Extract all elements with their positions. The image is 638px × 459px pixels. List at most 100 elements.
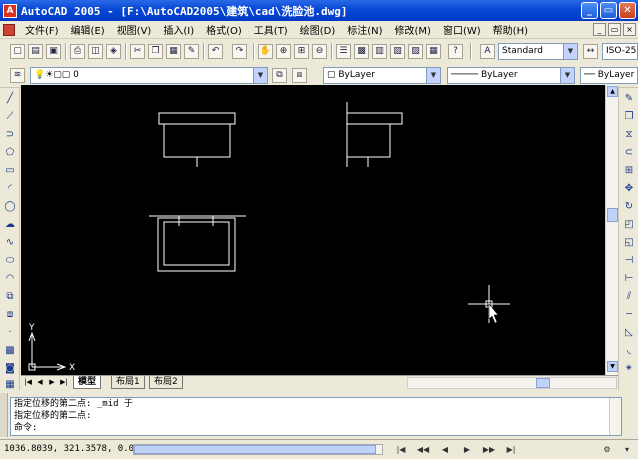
menu-format[interactable]: 格式(O) (200, 22, 248, 37)
menu-view[interactable]: 视图(V) (111, 22, 158, 37)
close-button[interactable]: ✕ (619, 2, 636, 19)
horizontal-scroll-thumb[interactable] (536, 378, 550, 388)
layer-select[interactable]: 💡☀▢▢ 0 ▼ (30, 67, 268, 84)
chevron-down-icon[interactable]: ▼ (253, 68, 267, 83)
prev-tab-icon[interactable]: ◀ (35, 377, 45, 388)
doc-minimize-button[interactable]: _ (593, 23, 606, 36)
doc-restore-button[interactable]: ▭ (608, 23, 621, 36)
command-prompt[interactable]: 命令: (14, 422, 621, 434)
zoom-previous-icon[interactable]: ⊖ (312, 44, 327, 59)
markup-icon[interactable]: ▨ (408, 44, 423, 59)
first-tab-icon[interactable]: |◀ (23, 377, 33, 388)
menu-insert[interactable]: 插入(I) (157, 22, 200, 37)
mirror-icon[interactable]: ⧖ (622, 128, 636, 142)
array-icon[interactable]: ⊞ (622, 164, 636, 178)
menu-draw[interactable]: 绘图(D) (294, 22, 342, 37)
command-window[interactable]: 指定位移的第二点: _mid 于 指定位移的第二点: 命令: (10, 397, 622, 436)
command-scrollbar[interactable] (609, 398, 621, 435)
tool-palettes-icon[interactable]: ▥ (372, 44, 387, 59)
status-menu-chevron-icon[interactable]: ▾ (618, 443, 636, 456)
design-center-icon[interactable]: ▩ (354, 44, 369, 59)
chevron-down-icon[interactable]: ▼ (560, 68, 574, 83)
move-icon[interactable]: ✥ (622, 182, 636, 196)
rewind-start-icon[interactable]: |◀ (392, 443, 410, 456)
erase-icon[interactable]: ✎ (622, 92, 636, 106)
lineweight-select[interactable]: ── ByLayer (580, 67, 638, 84)
vertical-scroll-thumb[interactable] (607, 208, 618, 222)
step-back-icon[interactable]: ◀ (436, 443, 454, 456)
text-style-select[interactable]: Standard ▼ (498, 43, 578, 60)
fillet-icon[interactable]: ◟ (622, 344, 636, 358)
menu-help[interactable]: 帮助(H) (487, 22, 534, 37)
menu-edit[interactable]: 编辑(E) (65, 22, 111, 37)
minimize-button[interactable]: _ (581, 2, 598, 19)
table-icon[interactable]: ▦ (3, 378, 17, 392)
new-file-icon[interactable]: ▢ (10, 44, 25, 59)
match-properties-icon[interactable]: ✎ (184, 44, 199, 59)
calculator-icon[interactable]: ▦ (426, 44, 441, 59)
status-scroll-thumb[interactable] (134, 445, 376, 454)
tab-model[interactable]: 模型 (73, 376, 102, 389)
doc-close-button[interactable]: × (623, 23, 636, 36)
insert-block-icon[interactable]: ⧉ (3, 290, 17, 304)
text-style-icon[interactable]: A (480, 44, 495, 59)
menu-dimension[interactable]: 标注(N) (341, 22, 388, 37)
autocad-app-icon[interactable]: A (3, 3, 17, 18)
linetype-select[interactable]: ───── ByLayer ▼ (447, 67, 575, 84)
circle-icon[interactable]: ◯ (3, 200, 17, 214)
offset-icon[interactable]: ⊂ (622, 146, 636, 160)
color-select[interactable]: ▢ ByLayer ▼ (323, 67, 441, 84)
make-object-layer-current-icon[interactable]: ⧉ (272, 68, 287, 83)
rewind-icon[interactable]: ◀◀ (414, 443, 432, 456)
document-icon[interactable] (3, 23, 15, 36)
save-icon[interactable]: ▣ (46, 44, 61, 59)
chevron-down-icon[interactable]: ▼ (426, 68, 440, 83)
arc-icon[interactable]: ◜ (3, 182, 17, 196)
trim-icon[interactable]: ⊣ (622, 254, 636, 268)
drawing-area[interactable]: Y X (21, 85, 605, 375)
stretch-icon[interactable]: ◱ (622, 236, 636, 250)
break-icon[interactable]: ╌ (622, 308, 636, 322)
restore-button[interactable]: ▭ (600, 2, 617, 19)
region-icon[interactable]: ◙ (3, 362, 17, 376)
next-tab-icon[interactable]: ▶ (47, 377, 57, 388)
polyline-icon[interactable]: ⊃ (3, 128, 17, 142)
make-block-icon[interactable]: ⧈ (3, 308, 17, 322)
print-icon[interactable]: ⎙ (70, 44, 85, 59)
print-preview-icon[interactable]: ◫ (88, 44, 103, 59)
open-folder-icon[interactable]: ▤ (28, 44, 43, 59)
cut-icon[interactable]: ✂ (130, 44, 145, 59)
fast-forward-icon[interactable]: ▶▶ (480, 443, 498, 456)
polygon-icon[interactable]: ⬠ (3, 146, 17, 160)
zoom-realtime-icon[interactable]: ⊕ (276, 44, 291, 59)
chamfer-icon[interactable]: ◺ (622, 326, 636, 340)
tray-settings-icon[interactable]: ⚙ (598, 443, 616, 456)
rectangle-icon[interactable]: ▭ (3, 164, 17, 178)
properties-icon[interactable]: ☰ (336, 44, 351, 59)
undo-icon[interactable]: ↶ (208, 44, 223, 59)
menu-modify[interactable]: 修改(M) (389, 22, 437, 37)
layer-manager-icon[interactable]: ≋ (10, 68, 25, 83)
menu-window[interactable]: 窗口(W) (437, 22, 487, 37)
explode-icon[interactable]: ✴ (622, 362, 636, 376)
break-at-point-icon[interactable]: ⫽ (622, 290, 636, 304)
menu-tools[interactable]: 工具(T) (248, 22, 294, 37)
rotate-icon[interactable]: ↻ (622, 200, 636, 214)
dimension-style-icon[interactable]: ↔ (583, 44, 598, 59)
scroll-down-icon[interactable]: ▼ (607, 361, 618, 372)
horizontal-scrollbar[interactable] (407, 377, 617, 389)
tab-layout1[interactable]: 布局1 (111, 376, 145, 389)
last-tab-icon[interactable]: ▶| (59, 377, 69, 388)
status-scrollbar[interactable] (133, 444, 383, 455)
scroll-up-icon[interactable]: ▲ (607, 86, 618, 97)
construction-line-icon[interactable]: ⟋ (3, 110, 17, 124)
redo-icon[interactable]: ↷ (232, 44, 247, 59)
zoom-window-icon[interactable]: ⊞ (294, 44, 309, 59)
help-icon[interactable]: ? (448, 44, 463, 59)
copy-object-icon[interactable]: ❐ (622, 110, 636, 124)
vertical-scrollbar[interactable]: ▲ ▼ (605, 85, 618, 375)
layer-previous-icon[interactable]: ⧈ (292, 68, 307, 83)
ellipse-icon[interactable]: ⬭ (3, 254, 17, 268)
spline-icon[interactable]: ∿ (3, 236, 17, 250)
forward-end-icon[interactable]: ▶| (502, 443, 520, 456)
